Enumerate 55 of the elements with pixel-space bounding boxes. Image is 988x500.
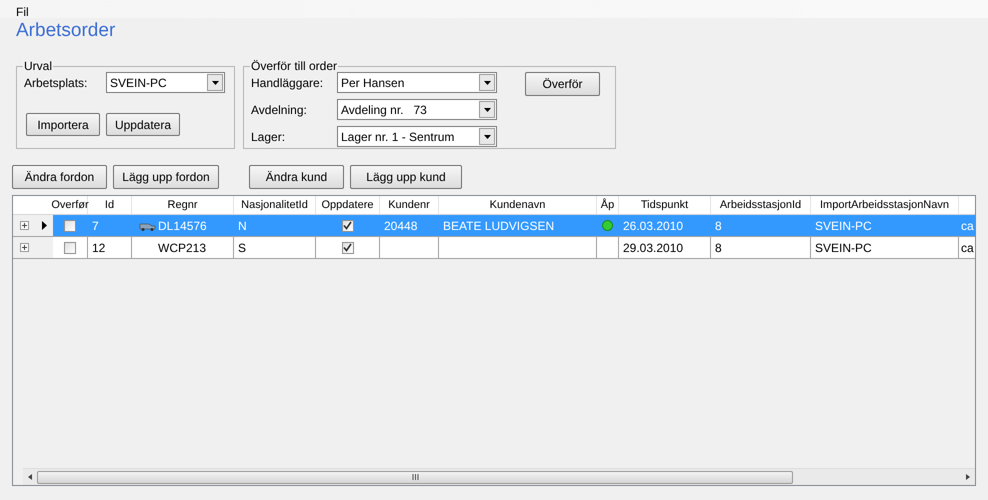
- field-label: Arbetsplats:: [24, 74, 88, 92]
- page-title: Arbetsorder: [16, 19, 116, 43]
- checkbox[interactable]: [64, 220, 76, 232]
- action-button[interactable]: Ändra fordon: [12, 165, 107, 189]
- transfer-button[interactable]: Överför: [525, 72, 600, 96]
- table-cell: 8: [711, 215, 811, 236]
- table-cell: S: [234, 237, 316, 258]
- action-button[interactable]: Lägg upp fordon: [113, 165, 219, 189]
- dropdown-field[interactable]: Lager nr. 1 - Sentrum: [337, 126, 497, 147]
- checkbox[interactable]: [64, 242, 76, 254]
- column-header[interactable]: Åp: [597, 196, 619, 214]
- table-cell: N: [234, 215, 316, 236]
- table-cell: BEATE LUDVIGSEN: [439, 215, 597, 236]
- column-header[interactable]: Regnr: [132, 196, 234, 214]
- table-cell-text: DL14576: [158, 218, 207, 234]
- field-label: Lager:: [251, 128, 286, 146]
- field-label: Avdelning:: [251, 102, 308, 118]
- table-cell: 7: [88, 215, 132, 236]
- column-header[interactable]: Oppdatere: [316, 196, 380, 214]
- action-button[interactable]: Uppdatera: [106, 113, 180, 136]
- column-header[interactable]: NasjonalitetId: [234, 196, 316, 214]
- expand-icon[interactable]: [20, 221, 28, 230]
- column-header[interactable]: Overfør: [53, 196, 88, 214]
- action-button[interactable]: Importera: [26, 113, 100, 136]
- column-header[interactable]: Kundenr: [380, 196, 439, 214]
- checkbox[interactable]: [342, 220, 354, 232]
- current-row-icon: [42, 221, 46, 230]
- table-cell: 20448: [380, 215, 439, 236]
- table-cell: 29.03.2010: [619, 237, 711, 258]
- table-cell-text: WCP213: [158, 240, 206, 256]
- table-cell: 8: [711, 237, 811, 258]
- dropdown-field[interactable]: Avdeling nr. 73: [337, 99, 497, 120]
- table-cell-text: ca: [960, 240, 975, 256]
- column-header[interactable]: ImportArbeidsstasjonNavn: [811, 196, 959, 214]
- column-header[interactable]: Kundenavn: [439, 196, 597, 214]
- checkbox[interactable]: [342, 242, 354, 254]
- group-title: Överför till order: [250, 58, 338, 75]
- grid-row[interactable]: 12 WCP213 S 29.03.2010 8 SVEIN-PC ca: [13, 237, 975, 259]
- group-title: Urval: [23, 58, 54, 75]
- dropdown-field[interactable]: Per Hansen: [337, 72, 497, 93]
- column-header[interactable]: ArbeidsstasjonId: [711, 196, 811, 214]
- table-cell: SVEIN-PC: [811, 237, 959, 258]
- column-header[interactable]: Tidspunkt: [619, 196, 711, 214]
- table-cell: 12: [88, 237, 132, 258]
- expand-icon[interactable]: [20, 243, 28, 252]
- column-header[interactable]: Id: [88, 196, 132, 214]
- field-label: Handläggare:: [251, 74, 324, 92]
- menu-item[interactable]: Fil: [16, 3, 29, 18]
- table-cell: SVEIN-PC: [811, 215, 959, 236]
- table-cell-text: ca: [960, 218, 975, 234]
- workplace-dropdown[interactable]: SVEIN-PC: [106, 72, 225, 93]
- table-cell: 26.03.2010: [619, 215, 711, 236]
- action-button[interactable]: Ändra kund: [249, 165, 344, 189]
- action-button[interactable]: Lägg upp kund: [350, 165, 462, 189]
- row-header[interactable]: [35, 215, 53, 236]
